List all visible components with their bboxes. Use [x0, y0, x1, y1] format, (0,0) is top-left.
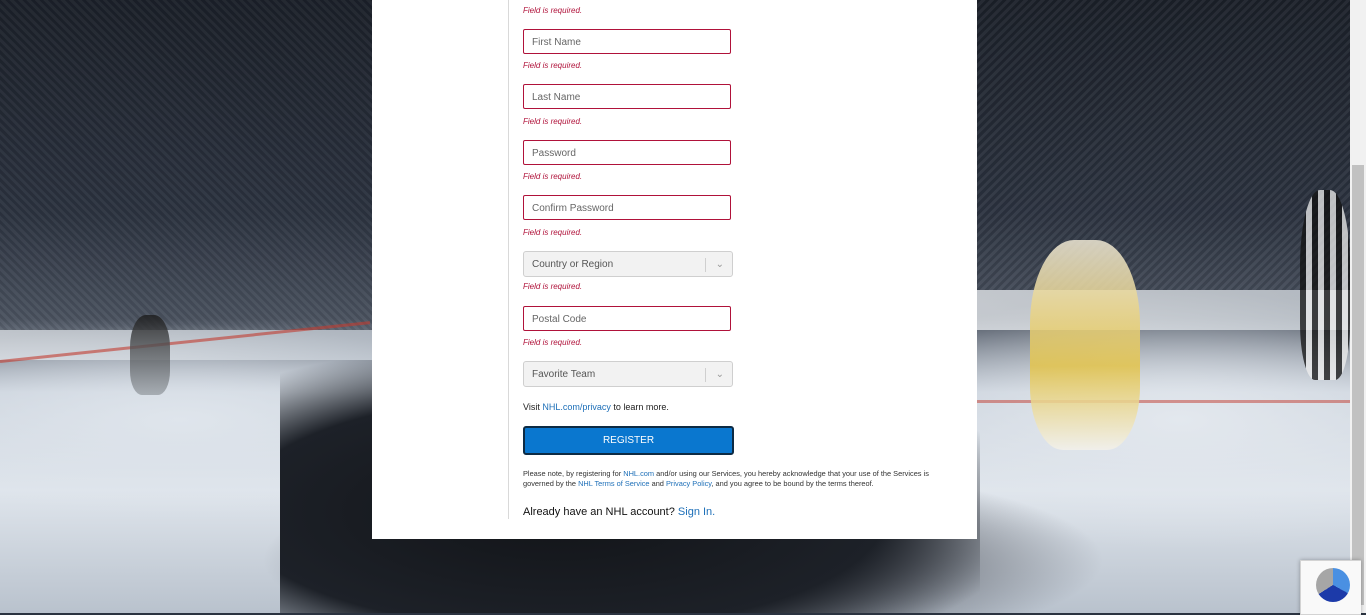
first-name-input[interactable]: First Name — [523, 29, 731, 54]
postal-code-input[interactable]: Postal Code — [523, 306, 731, 331]
country-select[interactable]: Country or Region ⌄ — [523, 251, 733, 277]
registration-panel: Field is required. First Name Field is r… — [372, 0, 977, 539]
favorite-team-select-label: Favorite Team — [532, 369, 596, 380]
sign-in-link[interactable]: Sign In. — [678, 506, 715, 518]
player-left — [130, 315, 170, 395]
last-name-error: Field is required. — [523, 117, 583, 126]
legal-text-3: and — [649, 479, 666, 488]
privacy-notice: Visit NHL.com/privacy to learn more. — [523, 402, 669, 412]
divider — [508, 0, 509, 519]
nhl-com-link[interactable]: NHL.com — [623, 469, 654, 478]
player-right — [1030, 240, 1140, 450]
register-button[interactable]: REGISTER — [523, 426, 734, 455]
terms-of-service-link[interactable]: NHL Terms of Service — [578, 479, 649, 488]
legal-notice: Please note, by registering for NHL.com … — [523, 469, 948, 489]
privacy-policy-link[interactable]: Privacy Policy — [666, 479, 711, 488]
postal-code-error: Field is required. — [523, 338, 583, 347]
legal-text-4: , and you agree to be bound by the terms… — [711, 479, 874, 488]
country-select-label: Country or Region — [532, 259, 614, 270]
crowd-left — [0, 0, 372, 330]
password-error: Field is required. — [523, 172, 583, 181]
password-input[interactable]: Password — [523, 140, 731, 165]
confirm-password-input[interactable]: Confirm Password — [523, 195, 731, 220]
select-separator — [705, 258, 706, 272]
legal-text-1: Please note, by registering for — [523, 469, 624, 478]
chevron-down-icon[interactable]: ⌄ — [716, 252, 724, 278]
country-error: Field is required. — [523, 282, 583, 291]
last-name-input[interactable]: Last Name — [523, 84, 731, 109]
signin-prompt: Already have an NHL account? Sign In. — [523, 506, 715, 518]
favorite-team-select[interactable]: Favorite Team ⌄ — [523, 361, 733, 387]
recaptcha-icon — [1316, 568, 1350, 602]
referee — [1300, 190, 1350, 380]
first-name-error: Field is required. — [523, 61, 583, 70]
privacy-link[interactable]: NHL.com/privacy — [542, 402, 611, 412]
signin-prefix: Already have an NHL account? — [523, 506, 678, 518]
confirm-password-error: Field is required. — [523, 228, 583, 237]
select-separator — [705, 368, 706, 382]
scrollbar-thumb[interactable] — [1352, 165, 1364, 605]
chevron-down-icon[interactable]: ⌄ — [716, 362, 724, 388]
privacy-suffix: to learn more. — [610, 402, 669, 412]
previous-field-error: Field is required. — [523, 6, 583, 15]
privacy-prefix: Visit — [523, 402, 543, 412]
